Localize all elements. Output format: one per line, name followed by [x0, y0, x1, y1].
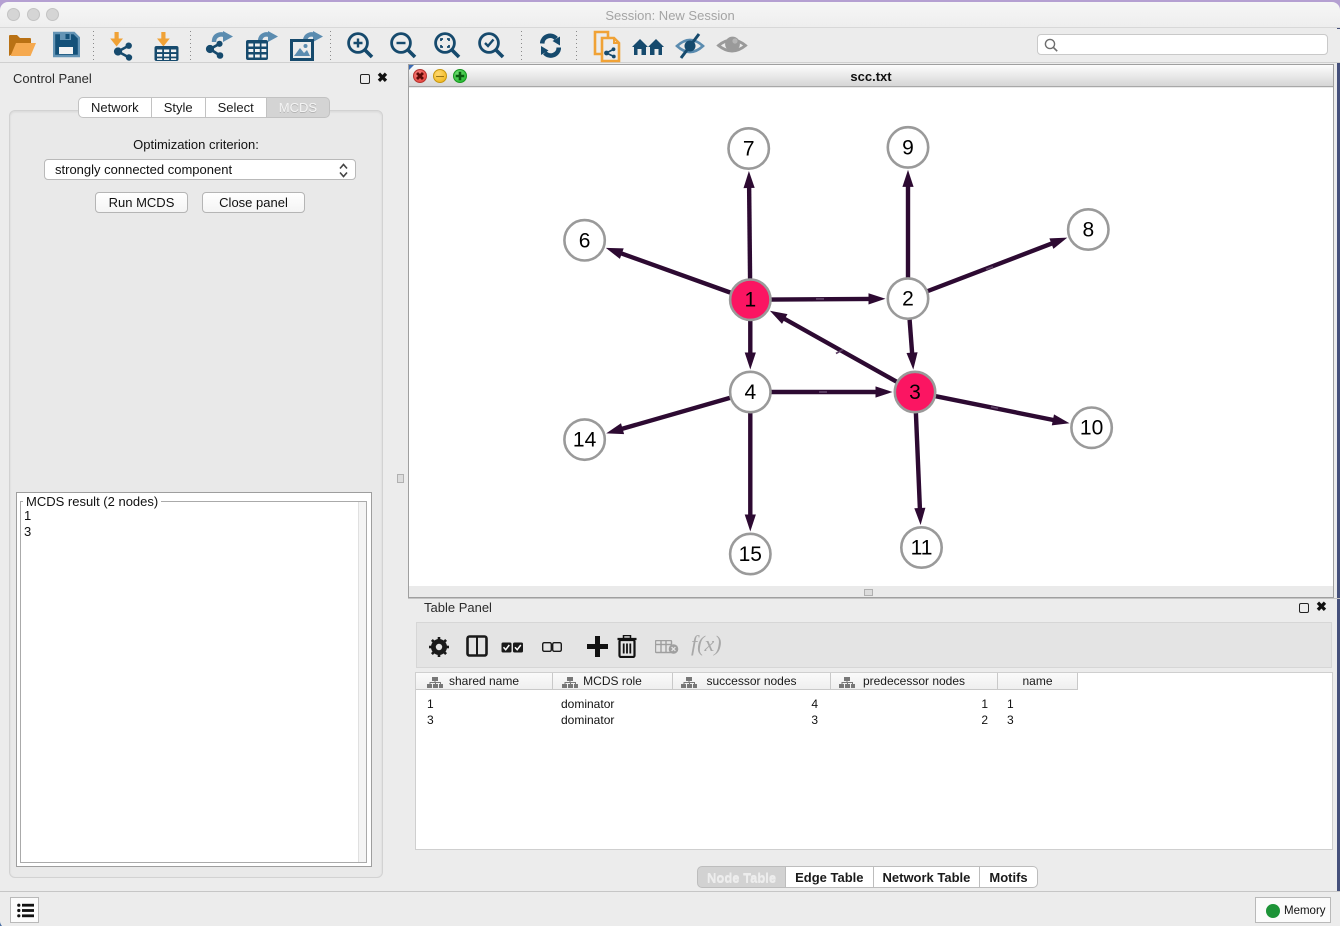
svg-text:2: 2 — [902, 288, 914, 311]
svg-text:4: 4 — [744, 381, 756, 404]
svg-text:9: 9 — [902, 136, 914, 159]
svg-text:8: 8 — [1082, 219, 1094, 242]
svg-text:7: 7 — [743, 138, 755, 161]
svg-text:1: 1 — [744, 289, 756, 312]
svg-text:6: 6 — [579, 229, 591, 252]
svg-text:14: 14 — [573, 429, 597, 452]
svg-text:11: 11 — [911, 537, 933, 560]
svg-text:10: 10 — [1080, 417, 1103, 440]
svg-text:15: 15 — [739, 543, 762, 566]
svg-text:3: 3 — [909, 381, 921, 404]
